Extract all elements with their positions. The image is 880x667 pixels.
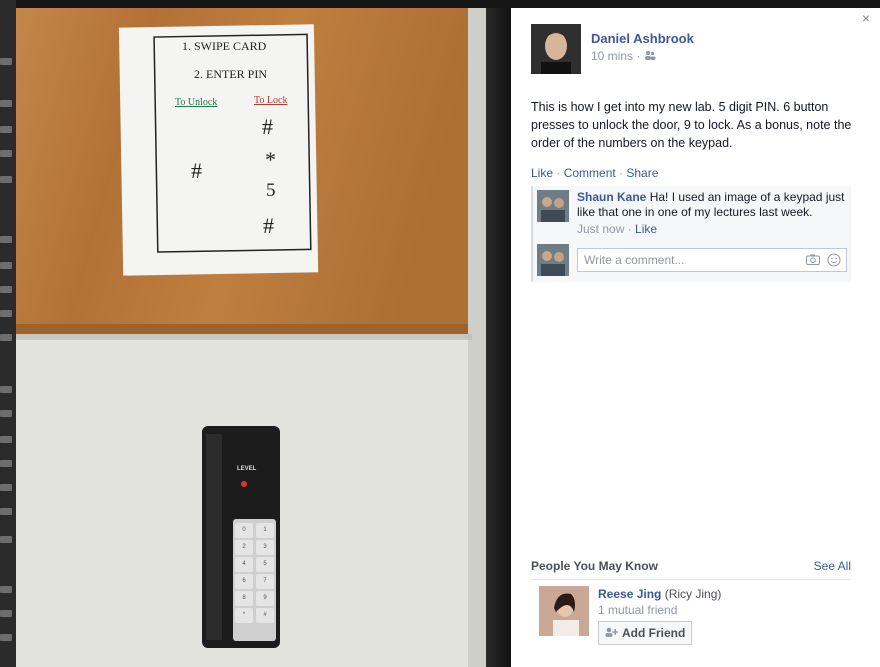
suggested-person-name[interactable]: Reese Jing bbox=[598, 587, 661, 601]
pymk-item: Reese Jing (Ricy Jing) 1 mutual friend A… bbox=[531, 586, 851, 645]
author-avatar[interactable] bbox=[531, 24, 581, 74]
keypad-key: 1 bbox=[256, 523, 274, 538]
keypad-key: # bbox=[256, 608, 274, 623]
keypad-key: * bbox=[235, 608, 253, 623]
post-author: Daniel Ashbrook 10 mins · bbox=[531, 24, 694, 74]
photo-viewer: 1. SWIPE CARD 2. ENTER PIN To Unlock To … bbox=[0, 0, 880, 667]
keypad-key: 9 bbox=[256, 591, 274, 606]
action-separator: · bbox=[615, 166, 627, 180]
action-separator: · bbox=[553, 166, 564, 180]
top-edge bbox=[16, 0, 880, 8]
like-link[interactable]: Like bbox=[531, 166, 553, 180]
keypad-keys: 0 1 2 3 4 5 6 7 8 9 * # bbox=[235, 523, 275, 623]
sign-lock-key-4: # bbox=[263, 213, 274, 238]
emoji-icon[interactable] bbox=[827, 253, 841, 270]
pymk-title: People You May Know bbox=[531, 559, 658, 573]
friends-icon[interactable] bbox=[644, 49, 656, 63]
comment-like-link[interactable]: Like bbox=[635, 222, 657, 236]
add-friend-button[interactable]: Add Friend bbox=[598, 621, 693, 645]
keypad-key: 2 bbox=[235, 540, 253, 555]
comment-link[interactable]: Comment bbox=[564, 166, 616, 180]
sign-lock-key-3: 5 bbox=[266, 180, 276, 201]
background-page-edge bbox=[0, 0, 16, 667]
comment-timestamp[interactable]: Just now bbox=[577, 222, 624, 236]
people-you-may-know: People You May Know See All Reese Jing (… bbox=[531, 559, 851, 645]
keypad-brand: LEVEL bbox=[237, 466, 257, 472]
sign-unlock-label: To Unlock bbox=[175, 97, 218, 108]
comment-input-placeholder: Write a comment... bbox=[584, 253, 685, 267]
keypad-key: 5 bbox=[256, 557, 274, 572]
close-icon[interactable]: × bbox=[862, 10, 870, 26]
add-friend-label: Add Friend bbox=[622, 626, 686, 640]
post-panel: × Daniel Ashbrook 10 mins · This is how … bbox=[511, 8, 880, 667]
keypad-key: 6 bbox=[235, 574, 253, 589]
keypad-key: 4 bbox=[235, 557, 253, 572]
keypad-key: 0 bbox=[235, 523, 253, 538]
sign-unlock-key: # bbox=[191, 158, 202, 183]
sign-step-2: 2. ENTER PIN bbox=[194, 67, 267, 81]
write-comment-row: Write a comment... bbox=[537, 244, 847, 276]
keypad-key: 7 bbox=[256, 574, 274, 589]
author-avatar-image bbox=[531, 24, 581, 74]
see-all-link[interactable]: See All bbox=[814, 559, 851, 573]
comment-item: Shaun Kane Ha! I used an image of a keyp… bbox=[537, 190, 847, 237]
add-friend-icon bbox=[605, 625, 619, 641]
comment-input[interactable]: Write a comment... bbox=[577, 248, 847, 272]
sign-lock-label: To Lock bbox=[254, 95, 288, 106]
sign-lock-key-2: * bbox=[265, 147, 276, 172]
comment-meta-separator: · bbox=[624, 222, 636, 236]
keypad-key: 3 bbox=[256, 540, 274, 555]
keypad-key: 8 bbox=[235, 591, 253, 606]
camera-icon[interactable] bbox=[806, 254, 820, 268]
author-name-link[interactable]: Daniel Ashbrook bbox=[591, 31, 694, 46]
post-timestamp[interactable]: 10 mins · bbox=[591, 49, 640, 63]
commenter-avatar[interactable] bbox=[537, 190, 569, 222]
commenter-name-link[interactable]: Shaun Kane bbox=[577, 190, 646, 204]
sign-step-1: 1. SWIPE CARD bbox=[182, 39, 267, 53]
viewer-avatar bbox=[537, 244, 569, 276]
post-actions: Like · Comment · Share bbox=[531, 166, 658, 180]
suggested-person-avatar[interactable] bbox=[539, 586, 589, 636]
suggested-person-alt-name: (Ricy Jing) bbox=[664, 587, 722, 601]
comments-section: Shaun Kane Ha! I used an image of a keyp… bbox=[531, 186, 851, 282]
mutual-friends-link[interactable]: 1 mutual friend bbox=[598, 602, 721, 618]
share-link[interactable]: Share bbox=[626, 166, 658, 180]
sign-lock-key-1: # bbox=[262, 114, 273, 139]
post-text: This is how I get into my new lab. 5 dig… bbox=[531, 100, 852, 150]
post-photo[interactable]: 1. SWIPE CARD 2. ENTER PIN To Unlock To … bbox=[16, 8, 511, 667]
